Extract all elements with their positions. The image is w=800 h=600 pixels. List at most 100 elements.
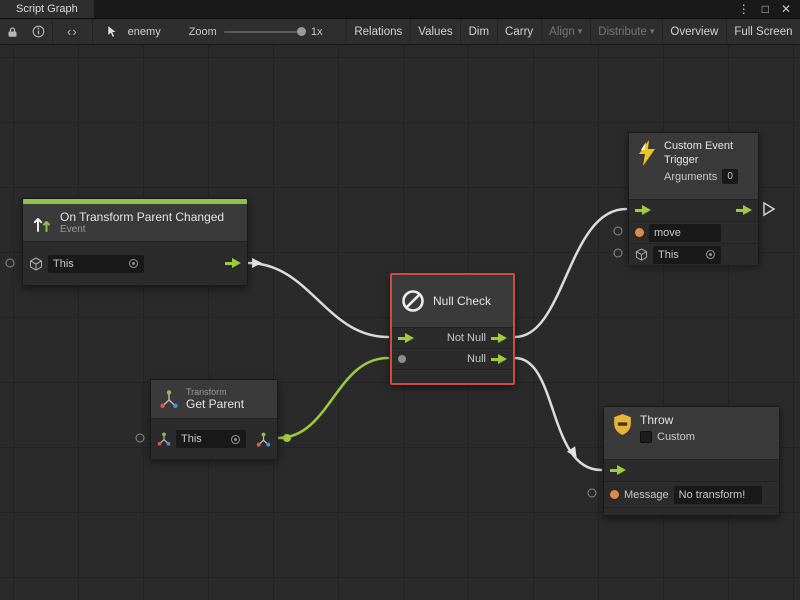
- port-label: Not Null: [447, 332, 486, 344]
- zoom-label: Zoom: [189, 26, 217, 38]
- transform-output-icon[interactable]: [256, 432, 271, 447]
- tab-bar: Script Graph ⋮ □ ✕: [0, 0, 800, 19]
- transform-parent-changed-icon: [31, 212, 53, 234]
- carry-button[interactable]: Carry: [497, 19, 541, 44]
- this-object-field[interactable]: This: [653, 246, 721, 264]
- maximize-icon[interactable]: □: [762, 3, 769, 15]
- node-header: Custom Event Trigger Arguments 0: [629, 133, 758, 199]
- flow-output-arrow-icon[interactable]: [491, 333, 507, 344]
- wire-notnull-to-customevent[interactable]: [515, 209, 626, 337]
- toolbar-buttons: Relations Values Dim Carry Align▾ Distri…: [346, 19, 800, 44]
- wire-null-to-throw[interactable]: [515, 358, 601, 470]
- value-input-port-icon[interactable]: [398, 355, 406, 363]
- gameobject-cube-icon: [635, 248, 648, 261]
- flow-input-arrow-icon[interactable]: [610, 465, 626, 476]
- graph-canvas[interactable]: On Transform Parent Changed Event This: [0, 45, 800, 600]
- node-title: On Transform Parent Changed: [60, 210, 224, 224]
- zoom-control: Zoom 1x: [189, 26, 323, 38]
- port-label: Null: [467, 353, 486, 365]
- graph-name[interactable]: enemy: [128, 26, 161, 38]
- transform-input-icon: [157, 432, 171, 446]
- node-footer: [604, 507, 779, 515]
- window-controls: ⋮ □ ✕: [738, 0, 800, 18]
- transform-icon: [159, 389, 179, 409]
- event-name-field[interactable]: move: [649, 224, 721, 242]
- node-port-row: Message No transform!: [604, 481, 779, 507]
- string-input-port-icon[interactable]: [635, 228, 644, 237]
- node-subtitle: Event: [60, 224, 224, 235]
- info-icon[interactable]: [25, 19, 52, 44]
- zoom-slider[interactable]: [224, 31, 304, 33]
- edit-graph-icon[interactable]: ‹›: [53, 19, 92, 44]
- node-port-row: This: [151, 418, 277, 459]
- dim-button[interactable]: Dim: [460, 19, 496, 44]
- node-on-transform-parent-changed[interactable]: On Transform Parent Changed Event This: [22, 198, 248, 286]
- this-object-field[interactable]: This: [176, 430, 246, 448]
- object-picker-icon[interactable]: [705, 249, 716, 260]
- object-picker-icon[interactable]: [230, 434, 241, 445]
- zoom-slider-handle[interactable]: [297, 27, 306, 36]
- chevron-down-icon: ▾: [578, 26, 583, 37]
- distribute-button[interactable]: Distribute▾: [590, 19, 662, 44]
- script-graph-window: Script Graph ⋮ □ ✕ ‹› enemy Zoom 1x: [0, 0, 800, 600]
- node-title: Throw: [640, 413, 695, 427]
- flow-output-arrow-icon[interactable]: [225, 258, 241, 269]
- node-port-row: This: [23, 241, 247, 285]
- node-throw[interactable]: Throw Custom Message No transform!: [603, 406, 780, 516]
- wire-getparent-to-nullcheck[interactable]: [278, 358, 388, 438]
- flow-output-arrow-icon[interactable]: [491, 354, 507, 365]
- tab-label: Script Graph: [16, 3, 78, 15]
- string-input-port-icon[interactable]: [610, 490, 619, 499]
- custom-event-bolt-icon: [637, 140, 657, 166]
- arguments-count-field[interactable]: 0: [722, 169, 738, 184]
- node-port-row: This: [629, 243, 758, 265]
- flow-outline-arrowhead: [764, 203, 774, 215]
- chevron-down-icon: ▾: [650, 26, 655, 37]
- null-check-icon: [400, 288, 426, 314]
- align-button[interactable]: Align▾: [541, 19, 590, 44]
- tab-script-graph[interactable]: Script Graph: [0, 0, 94, 18]
- node-port-row: Not Null: [392, 327, 513, 348]
- flow-arrowhead: [252, 258, 262, 268]
- throw-error-icon: [612, 413, 633, 436]
- menu-icon[interactable]: ⋮: [738, 3, 750, 15]
- node-title: Custom Event: [664, 140, 738, 152]
- node-port-row: [604, 459, 779, 481]
- port-this-on-transform[interactable]: [6, 259, 15, 268]
- port-this-get-parent[interactable]: [136, 434, 145, 443]
- node-category: Transform: [186, 387, 244, 397]
- gameobject-cube-icon: [29, 257, 43, 271]
- wire-event-to-nullcheck[interactable]: [248, 263, 388, 337]
- this-object-field[interactable]: This: [48, 255, 144, 273]
- port-message-throw[interactable]: [588, 489, 597, 498]
- value-wire-dot: [283, 434, 291, 442]
- values-button[interactable]: Values: [410, 19, 460, 44]
- overview-button[interactable]: Overview: [662, 19, 726, 44]
- custom-checkbox[interactable]: [640, 431, 652, 443]
- node-header: Throw Custom: [604, 407, 779, 459]
- fullscreen-button[interactable]: Full Screen: [726, 19, 800, 44]
- node-header: Null Check: [392, 275, 513, 327]
- node-footer: [392, 369, 513, 383]
- arguments-label: Arguments: [664, 171, 717, 183]
- node-get-parent[interactable]: Transform Get Parent This: [150, 379, 278, 459]
- node-subtitle: Trigger: [664, 154, 738, 166]
- node-custom-event-trigger[interactable]: Custom Event Trigger Arguments 0 move: [628, 132, 759, 264]
- lock-icon[interactable]: [0, 19, 25, 44]
- zoom-value: 1x: [311, 26, 323, 38]
- flow-input-arrow-icon[interactable]: [398, 333, 414, 344]
- port-this-custom-event[interactable]: [614, 249, 623, 258]
- cursor-icon: [93, 19, 124, 44]
- message-label: Message: [624, 489, 669, 501]
- node-title: Get Parent: [186, 397, 244, 411]
- close-icon[interactable]: ✕: [781, 3, 791, 15]
- flow-input-arrow-icon[interactable]: [635, 205, 651, 216]
- node-header: On Transform Parent Changed Event: [23, 204, 247, 241]
- port-name-custom-event[interactable]: [614, 227, 623, 236]
- message-field[interactable]: No transform!: [674, 486, 762, 504]
- node-port-row: [629, 199, 758, 221]
- relations-button[interactable]: Relations: [346, 19, 410, 44]
- node-null-check[interactable]: Null Check Not Null Null: [390, 273, 515, 385]
- object-picker-icon[interactable]: [128, 258, 139, 269]
- flow-output-arrow-icon[interactable]: [736, 205, 752, 216]
